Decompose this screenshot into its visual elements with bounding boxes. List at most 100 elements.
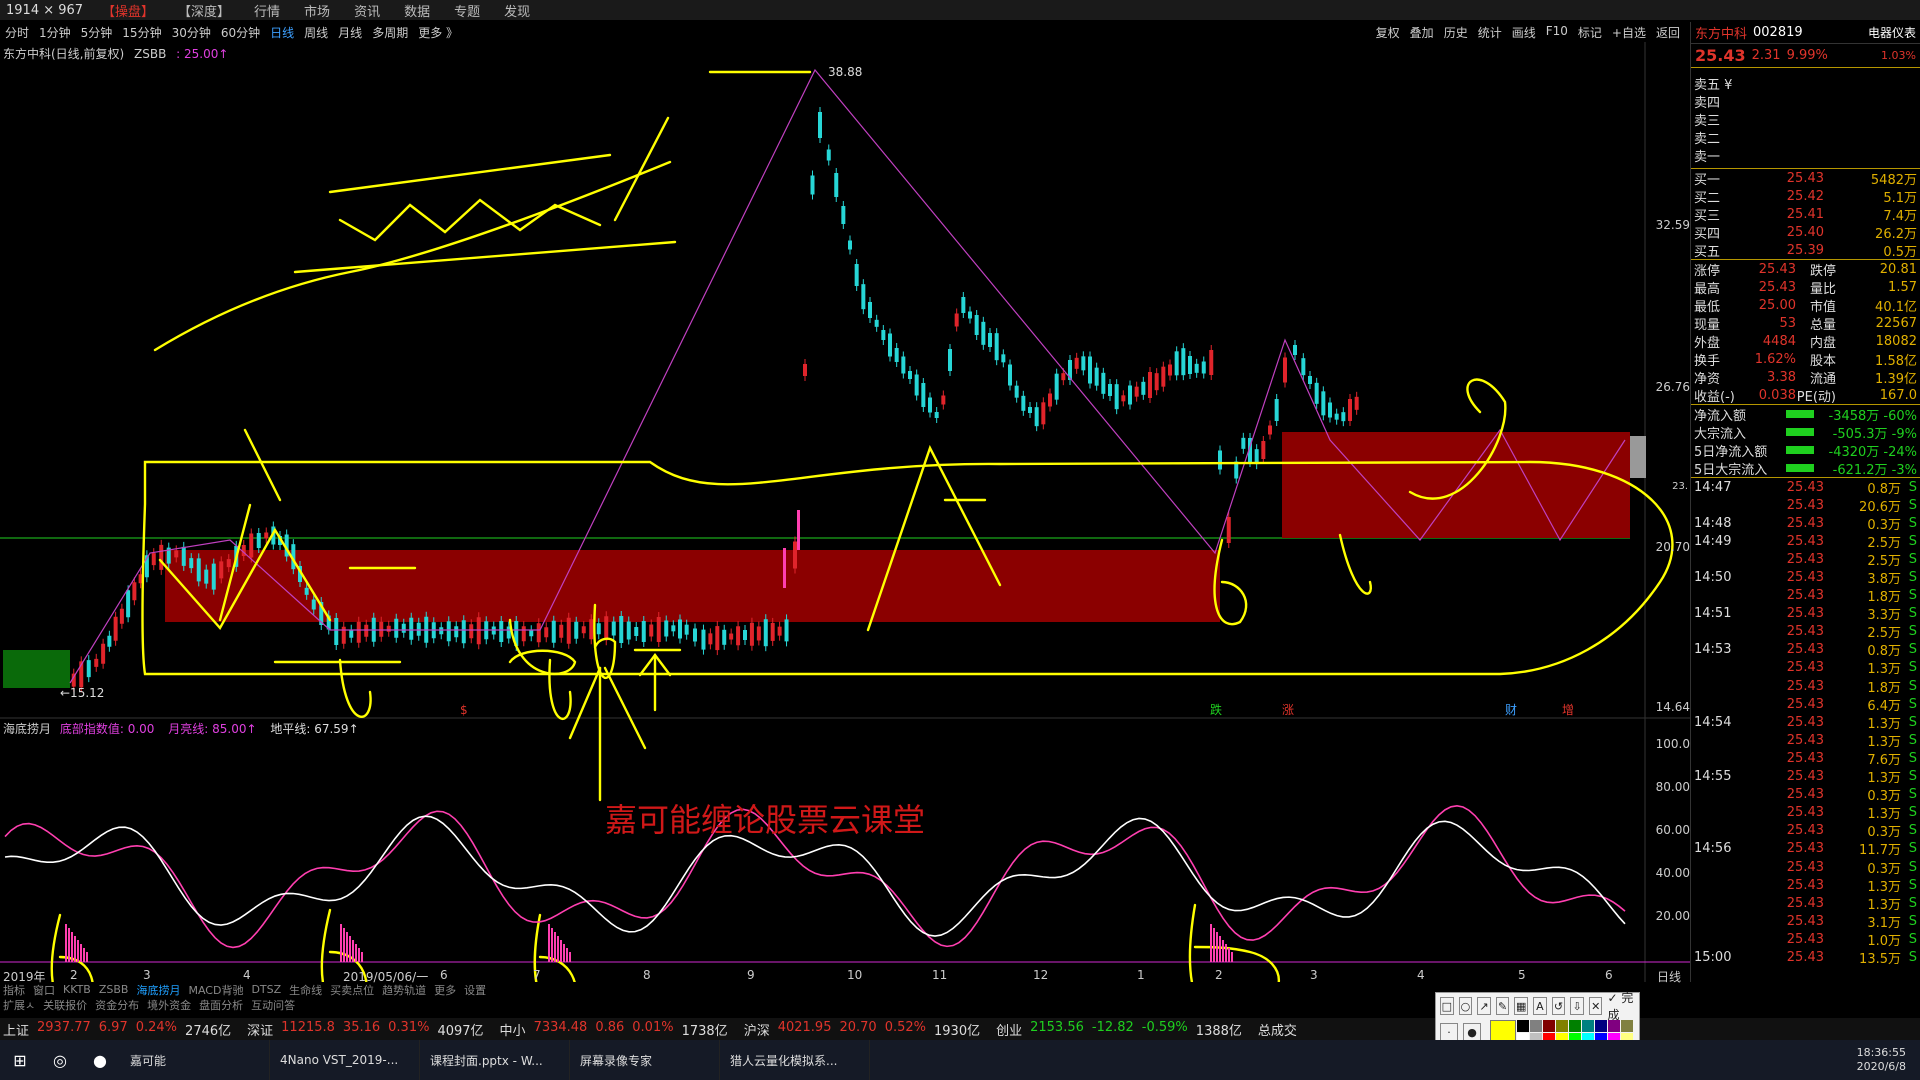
indicator-tab[interactable]: ZSBB xyxy=(99,983,129,996)
period-1min[interactable]: 1分钟 xyxy=(34,24,76,41)
tool-biaoji[interactable]: 标记 xyxy=(1573,24,1607,41)
flow-value: -505.3万 -9% xyxy=(1832,426,1917,442)
tool-huaxian[interactable]: 画线 xyxy=(1507,24,1541,41)
indicator-tab[interactable]: 趋势轨道 xyxy=(382,982,426,998)
period-30min[interactable]: 30分钟 xyxy=(167,24,216,41)
stat-value-2: 1.39亿 xyxy=(1875,371,1917,387)
indicator-tab[interactable]: 生命线 xyxy=(289,982,322,998)
index-item[interactable]: 沪深 4021.95 20.70 0.52% 1930亿 xyxy=(744,1020,980,1039)
ask-label: 卖二 xyxy=(1694,131,1721,147)
mosaic-tool-icon[interactable]: ▦ xyxy=(1514,997,1529,1015)
undo-icon[interactable]: ↺ xyxy=(1551,997,1566,1015)
extension-tab[interactable]: 互动问答 xyxy=(251,997,295,1013)
color-swatch[interactable] xyxy=(1569,1019,1581,1032)
index-item[interactable]: 中小 7334.48 0.86 0.01% 1738亿 xyxy=(500,1020,728,1039)
pen-tool-icon[interactable]: ✎ xyxy=(1495,997,1510,1015)
period-more[interactable]: 更多 》 xyxy=(413,24,463,41)
tool-lishi[interactable]: 历史 xyxy=(1439,24,1473,41)
tool-back[interactable]: 返回 xyxy=(1651,24,1685,41)
index-volume: 4097亿 xyxy=(437,1023,484,1039)
period-multi[interactable]: 多周期 xyxy=(367,24,413,41)
taskbar-icon[interactable]: ● xyxy=(80,1040,120,1080)
indicator-tab[interactable]: 设置 xyxy=(464,982,486,998)
bid-label: 买五 xyxy=(1694,244,1721,260)
tool-tongji[interactable]: 统计 xyxy=(1473,24,1507,41)
kline-chart-svg[interactable]: 38.88 ←15.12 $ 跌 涨 财 增 xyxy=(0,42,1690,1022)
menu-faxian[interactable]: 发现 xyxy=(492,1,542,20)
indicator-tab[interactable]: 更多 xyxy=(434,982,456,998)
extension-tab[interactable]: 扩展ㅅ xyxy=(3,997,35,1013)
taskbar-icon[interactable]: ⊞ xyxy=(0,1040,40,1080)
period-monthly[interactable]: 月线 xyxy=(333,24,367,41)
extension-tab[interactable]: 境外资金 xyxy=(147,997,191,1013)
done-button[interactable]: ✓ 完成 xyxy=(1608,989,1636,1023)
taskbar-app[interactable]: 屏幕录像专家 xyxy=(570,1040,720,1080)
index-pct: 0.31% xyxy=(388,1019,430,1035)
extension-tab[interactable]: 盘面分析 xyxy=(199,997,243,1013)
rect-tool-icon[interactable]: □ xyxy=(1440,997,1454,1015)
taskbar-clock[interactable]: 18:36:55 2020/6/8 xyxy=(1857,1046,1920,1074)
tick-row: 25.43 7.6万 S xyxy=(1691,749,1920,768)
tool-fuquan[interactable]: 复权 xyxy=(1371,24,1405,41)
oscillator-spike-bar xyxy=(358,948,360,962)
menu-zhuanti[interactable]: 专题 xyxy=(442,1,492,20)
tick-row: 25.43 0.3万 S xyxy=(1691,822,1920,840)
tool-add-watchlist[interactable]: +自选 xyxy=(1607,24,1651,41)
tick-volume: 7.6万 xyxy=(1867,752,1901,768)
color-swatch[interactable] xyxy=(1582,1019,1594,1032)
period-15min[interactable]: 15分钟 xyxy=(117,24,166,41)
text-tool-icon[interactable]: A xyxy=(1533,997,1547,1015)
color-swatch[interactable] xyxy=(1608,1019,1620,1032)
indicator-tab[interactable]: DTSZ xyxy=(251,983,281,996)
period-60min[interactable]: 60分钟 xyxy=(216,24,265,41)
index-item[interactable]: 创业 2153.56 -12.82 -0.59% 1388亿 xyxy=(996,1020,1242,1039)
taskbar-app[interactable]: 4Nano VST_2019-... xyxy=(270,1040,420,1080)
index-item[interactable]: 深证 11215.8 35.16 0.31% 4097亿 xyxy=(247,1020,483,1039)
menu-shichang[interactable]: 市场 xyxy=(292,1,342,20)
indicator-tab[interactable]: KKTB xyxy=(63,983,91,996)
menu-caopan[interactable]: 【操盘】 xyxy=(90,1,166,20)
close-icon[interactable]: ✕ xyxy=(1588,997,1603,1015)
color-swatch[interactable] xyxy=(1556,1019,1568,1032)
tool-diejia[interactable]: 叠加 xyxy=(1405,24,1439,41)
indicator-tab[interactable]: 指标 xyxy=(3,982,25,998)
tick-side: S xyxy=(1908,624,1917,640)
index-item[interactable]: 上证 2937.77 6.97 0.24% 2746亿 xyxy=(3,1020,231,1039)
arrow-tool-icon[interactable]: ↗ xyxy=(1477,997,1491,1015)
menu-shendu[interactable]: 【深度】 xyxy=(166,1,242,20)
color-swatch[interactable] xyxy=(1595,1019,1607,1032)
taskbar-app[interactable]: 课程封面.pptx - W... xyxy=(420,1040,570,1080)
color-swatch[interactable] xyxy=(1543,1019,1555,1032)
period-fenshi[interactable]: 分时 xyxy=(0,24,34,41)
period-weekly[interactable]: 周线 xyxy=(299,24,333,41)
extension-tab[interactable]: 资金分布 xyxy=(95,997,139,1013)
tick-list[interactable]: 14:47 25.43 0.8万 S 25.43 20.6万 S 14:48 25.43 0.3万… xyxy=(1691,477,1920,967)
oscillator-name[interactable]: 海底捞月 xyxy=(3,722,51,736)
save-icon[interactable]: ⇩ xyxy=(1570,997,1584,1015)
kline-chart-area[interactable]: 38.88 ←15.12 $ 跌 涨 财 增 xyxy=(0,42,1690,1022)
small-dot-icon[interactable]: · xyxy=(1440,1023,1458,1041)
indicator-tab[interactable]: 窗口 xyxy=(33,982,55,998)
color-swatch[interactable] xyxy=(1530,1019,1542,1032)
indicator-name[interactable]: ZSBB xyxy=(134,47,166,61)
menu-shuju[interactable]: 数据 xyxy=(392,1,442,20)
indicator-tab[interactable]: 海底捞月 xyxy=(136,982,180,998)
indicator-tab[interactable]: MACD背驰 xyxy=(188,982,243,998)
extension-tab[interactable]: 关联报价 xyxy=(43,997,87,1013)
menu-hangqing[interactable]: 行情 xyxy=(242,1,292,20)
period-5min[interactable]: 5分钟 xyxy=(76,24,118,41)
color-swatch[interactable] xyxy=(1621,1019,1633,1032)
period-daily[interactable]: 日线 xyxy=(265,24,299,41)
taskbar-app[interactable]: 嘉可能 xyxy=(120,1040,270,1080)
taskbar-icon[interactable]: ◎ xyxy=(40,1040,80,1080)
taskbar-app[interactable]: 猎人云量化模拟系... xyxy=(720,1040,870,1080)
tick-time: 14:56 xyxy=(1694,841,1732,857)
stock-industry[interactable]: 电器仪表 xyxy=(1868,24,1916,41)
tool-f10[interactable]: F10 xyxy=(1541,24,1573,41)
circle-tool-icon[interactable]: ○ xyxy=(1458,997,1473,1015)
medium-dot-icon[interactable]: ● xyxy=(1463,1023,1481,1041)
indicator-tab[interactable]: 买卖点位 xyxy=(330,982,374,998)
tick-price: 25.43 xyxy=(1786,841,1824,857)
color-swatch[interactable] xyxy=(1517,1019,1529,1032)
menu-zixun[interactable]: 资讯 xyxy=(342,1,392,20)
